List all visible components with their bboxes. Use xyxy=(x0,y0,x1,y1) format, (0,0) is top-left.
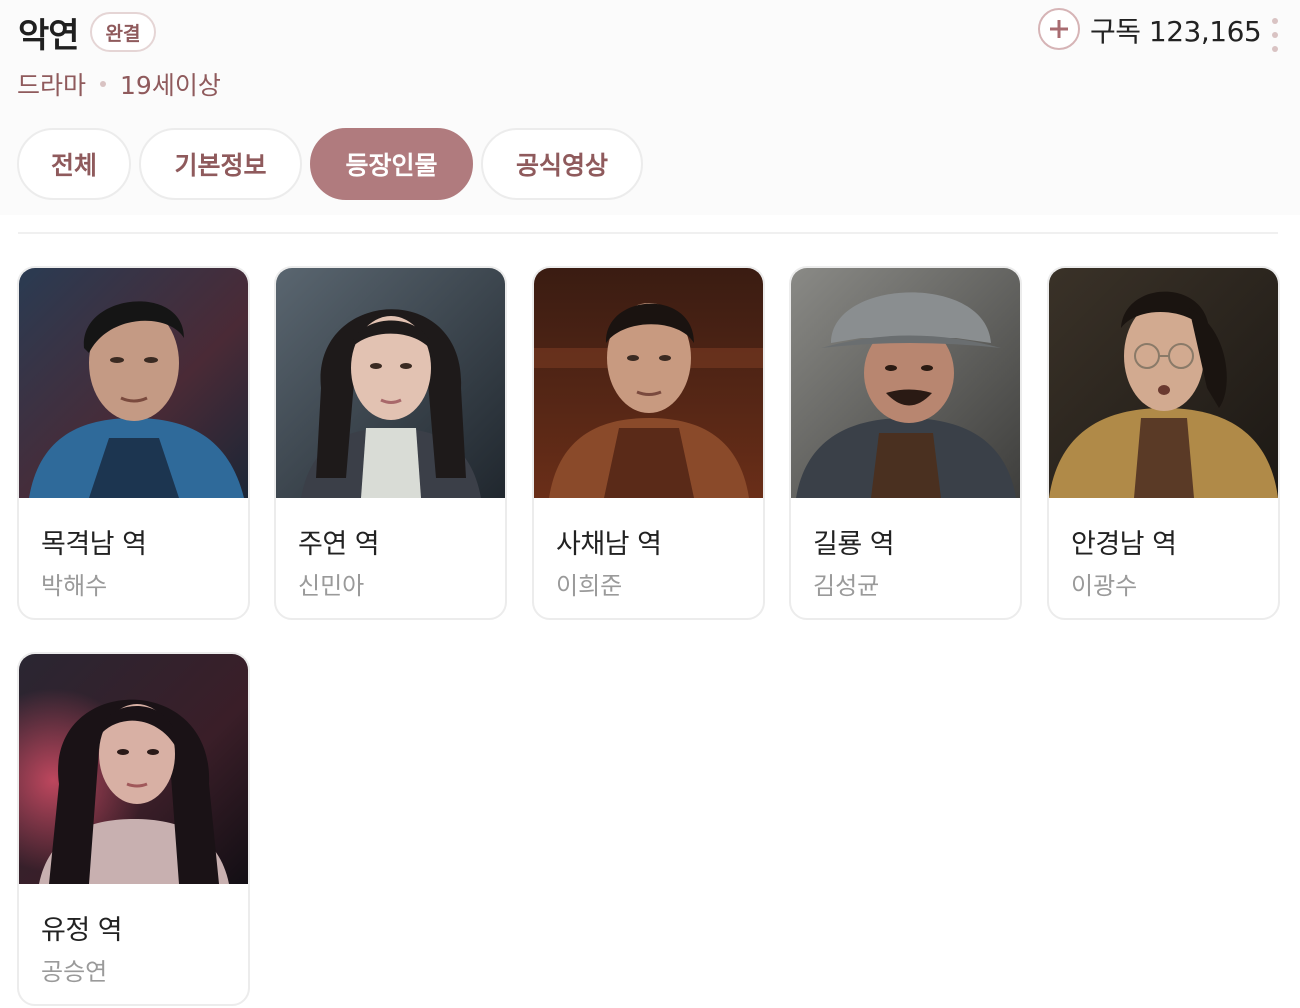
tab-basic-info[interactable]: 기본정보 xyxy=(139,128,302,200)
separator-dot xyxy=(100,81,107,87)
age-rating-label: 19세이상 xyxy=(120,71,221,100)
cast-photo xyxy=(534,268,763,498)
character-name: 사채남 역 xyxy=(556,529,662,560)
series-header: 악연 완결 드라마 19세이상 구독 123,165 전체 기본정보 등장인물 … xyxy=(0,0,1300,215)
actor-name: 이광수 xyxy=(1071,572,1138,600)
character-name: 주연 역 xyxy=(298,529,380,560)
subscribe-button[interactable] xyxy=(1038,8,1080,50)
actor-name: 공승연 xyxy=(41,958,108,986)
series-title: 악연 xyxy=(18,16,80,56)
character-name: 안경남 역 xyxy=(1071,529,1177,560)
more-options-button[interactable] xyxy=(1265,18,1285,52)
character-name: 유정 역 xyxy=(41,915,123,946)
cast-photo xyxy=(1049,268,1278,498)
character-name: 길룡 역 xyxy=(813,529,895,560)
actor-name: 박해수 xyxy=(41,572,108,600)
actor-name: 김성균 xyxy=(813,572,880,600)
character-name: 목격남 역 xyxy=(41,529,147,560)
cast-photo xyxy=(19,268,248,498)
actor-name: 신민아 xyxy=(298,572,365,600)
section-divider xyxy=(18,232,1278,234)
tab-all[interactable]: 전체 xyxy=(17,128,131,200)
cast-photo xyxy=(276,268,505,498)
cast-photo xyxy=(791,268,1020,498)
cast-card[interactable]: 목격남 역 박해수 xyxy=(17,266,250,620)
cast-photo xyxy=(19,654,248,884)
subscribe-count[interactable]: 구독 123,165 xyxy=(1090,10,1262,50)
actor-name: 이희준 xyxy=(556,572,623,600)
tab-official-video[interactable]: 공식영상 xyxy=(481,128,643,200)
status-badge: 완결 xyxy=(90,12,156,52)
more-vertical-icon xyxy=(1272,18,1278,24)
series-meta: 드라마 19세이상 xyxy=(17,66,221,102)
cast-card[interactable]: 주연 역 신민아 xyxy=(274,266,507,620)
cast-card[interactable]: 길룡 역 김성균 xyxy=(789,266,1022,620)
cast-card[interactable]: 안경남 역 이광수 xyxy=(1047,266,1280,620)
tab-cast[interactable]: 등장인물 xyxy=(310,128,473,200)
cast-card[interactable]: 유정 역 공승연 xyxy=(17,652,250,1006)
cast-card[interactable]: 사채남 역 이희준 xyxy=(532,266,765,620)
genre-label: 드라마 xyxy=(17,71,87,100)
